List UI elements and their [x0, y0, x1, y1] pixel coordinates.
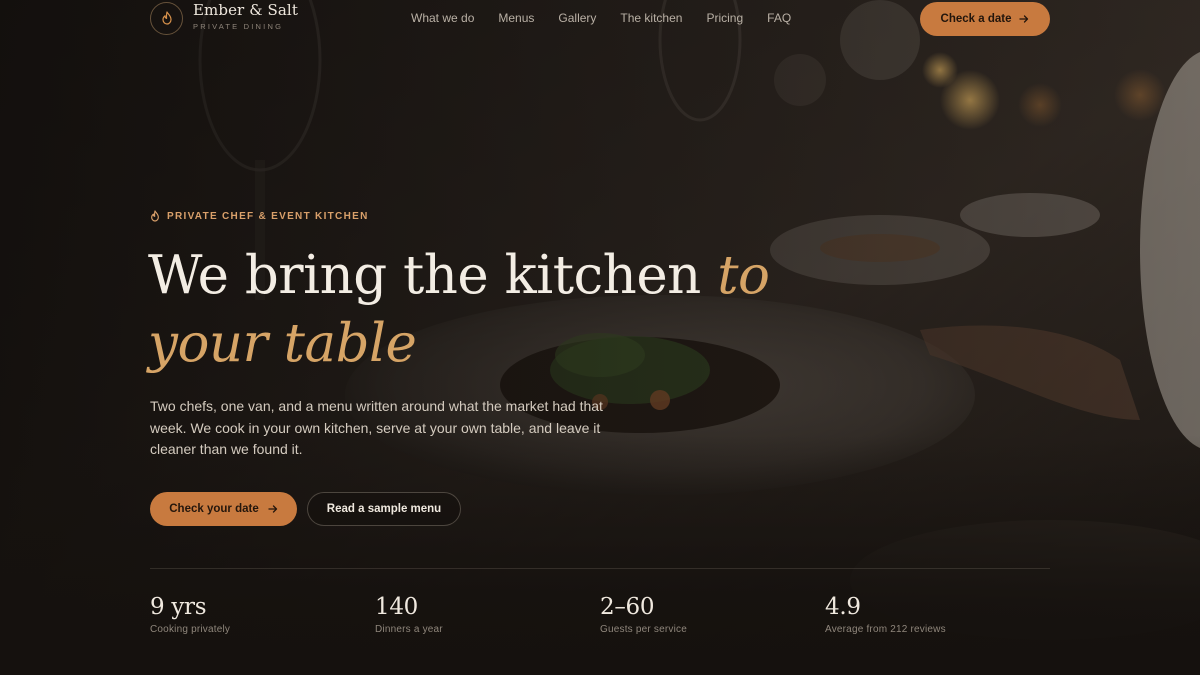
stat-value: 2–60 [600, 594, 655, 620]
hero-eyebrow-text: PRIVATE CHEF & EVENT KITCHEN [167, 210, 369, 222]
read-sample-menu-label: Read a sample menu [326, 503, 442, 515]
check-your-date-label: Check your date [169, 503, 259, 515]
nav-link-the-kitchen[interactable]: The kitchen [620, 11, 682, 25]
read-sample-menu-button[interactable]: Read a sample menu [307, 492, 461, 526]
stats-divider [150, 568, 1050, 569]
page: Ember & Salt PRIVATE DINING What we do M… [0, 0, 1200, 675]
headline-main: We bring the kitchen [148, 245, 701, 306]
brand-text: Ember & Salt PRIVATE DINING [193, 3, 298, 32]
brand-tagline: PRIVATE DINING [193, 22, 284, 32]
flame-icon [161, 11, 172, 25]
stat-item: 140 Dinners a year [375, 592, 600, 635]
nav-link-faq[interactable]: FAQ [767, 11, 791, 25]
stat-label: Dinners a year [375, 624, 443, 635]
nav-link-what-we-do[interactable]: What we do [411, 11, 474, 25]
stat-value: 4.9 [825, 594, 861, 620]
stat-value: 9 yrs [150, 594, 207, 620]
arrow-right-icon [268, 504, 278, 514]
stat-value: 140 [375, 594, 418, 620]
brand-mark [150, 1, 183, 35]
check-a-date-label: Check a date [940, 13, 1012, 25]
check-a-date-button[interactable]: Check a date [920, 2, 1050, 36]
hero-bottom-fade [0, 435, 1200, 675]
nav-links: What we do Menus Gallery The kitchen Pri… [411, 0, 815, 36]
flame-icon [151, 210, 159, 222]
stat-label: Cooking privately [150, 624, 231, 635]
brand-name: Ember & Salt [193, 1, 298, 20]
stat-item: 2–60 Guests per service [600, 592, 825, 635]
hero-headline: We bring the kitchen to your table [148, 242, 848, 378]
headline-accent-your-table: your table [148, 313, 417, 374]
nav-link-menus[interactable]: Menus [498, 11, 534, 25]
hero-eyebrow: PRIVATE CHEF & EVENT KITCHEN [150, 210, 369, 222]
top-nav: Ember & Salt PRIVATE DINING What we do M… [150, 0, 1050, 38]
arrow-right-icon [1019, 14, 1029, 24]
check-your-date-button[interactable]: Check your date [150, 492, 297, 526]
stat-item: 9 yrs Cooking privately [150, 592, 375, 635]
nav-link-gallery[interactable]: Gallery [558, 11, 596, 25]
hero-lede: Two chefs, one van, and a menu written a… [150, 398, 603, 457]
stat-item: 4.9 Average from 212 reviews [825, 592, 1050, 635]
stat-label: Average from 212 reviews [825, 624, 946, 635]
stat-label: Guests per service [600, 624, 687, 635]
stats-row: 9 yrs Cooking privately 140 Dinners a ye… [150, 592, 1050, 635]
brand-logo-link[interactable]: Ember & Salt PRIVATE DINING [150, 0, 298, 38]
nav-link-pricing[interactable]: Pricing [706, 11, 743, 25]
headline-accent-to: to [717, 245, 770, 306]
